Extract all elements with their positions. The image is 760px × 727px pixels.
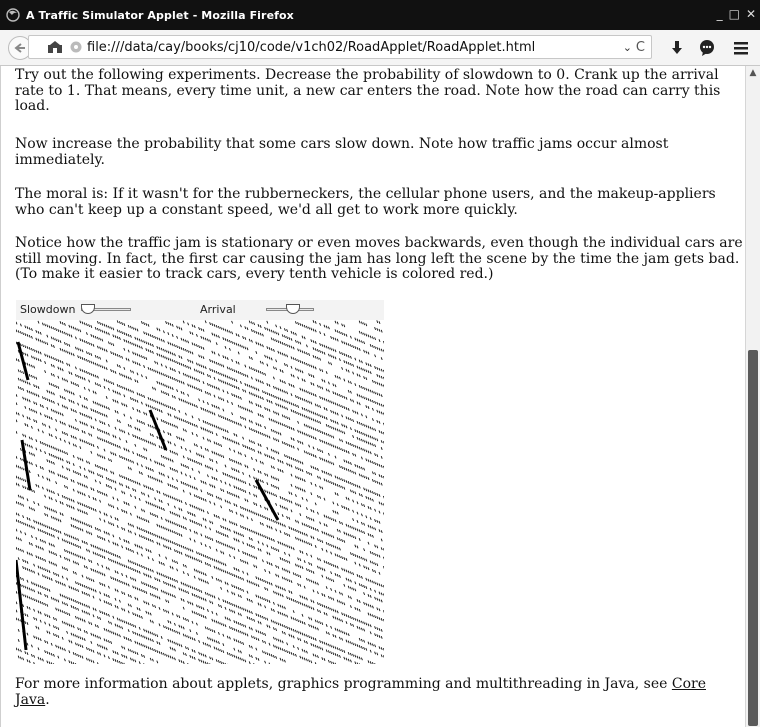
arrival-slider[interactable]	[266, 304, 314, 314]
window-controls: _ □ ✕	[717, 7, 756, 21]
dropdown-icon[interactable]: ⌄	[623, 41, 632, 54]
page-content: Try out the following experiments. Decre…	[0, 66, 745, 727]
slowdown-label: Slowdown	[20, 303, 76, 316]
paragraph-moral: The moral is: If it wasn't for the rubbe…	[15, 186, 716, 218]
traffic-pattern	[16, 320, 384, 664]
traffic-jam-band	[254, 479, 280, 521]
navigation-toolbar: file:///data/cay/books/cj10/code/v1ch02/…	[0, 30, 760, 66]
traffic-applet[interactable]: Slowdown Arrival	[16, 300, 384, 664]
paragraph-experiments: Try out the following experiments. Decre…	[15, 67, 721, 114]
page-icon	[69, 40, 83, 54]
reload-icon[interactable]: C	[636, 40, 645, 55]
footer-paragraph: For more information about applets, grap…	[15, 676, 743, 708]
minimize-icon[interactable]: _	[717, 7, 723, 21]
traffic-car-streaks	[16, 320, 384, 664]
arrival-slider-knob[interactable]	[286, 304, 301, 314]
footer-text: For more information about applets, grap…	[15, 676, 672, 692]
traffic-jam-band	[16, 341, 30, 381]
vertical-scrollbar[interactable]: ▲	[745, 66, 760, 727]
chat-icon[interactable]	[697, 38, 717, 58]
download-icon[interactable]	[667, 38, 687, 58]
traffic-jam-band	[148, 409, 168, 451]
back-arrow-icon	[14, 43, 25, 53]
scrollbar-thumb[interactable]	[748, 350, 758, 726]
maximize-icon[interactable]: □	[729, 7, 740, 21]
applet-controls: Slowdown Arrival	[16, 300, 384, 320]
url-bar[interactable]: file:///data/cay/books/cj10/code/v1ch02/…	[28, 35, 652, 59]
paragraph-traffic-jam: Notice how the traffic jam is stationary…	[15, 235, 743, 282]
arrival-label: Arrival	[200, 303, 236, 316]
traffic-jam-band	[20, 439, 32, 491]
slowdown-slider-knob[interactable]	[81, 304, 95, 314]
traffic-jam-band	[16, 559, 28, 651]
slowdown-slider[interactable]	[81, 304, 131, 314]
footer-end: .	[45, 691, 50, 708]
close-icon[interactable]: ✕	[746, 7, 756, 21]
window-titlebar: A Traffic Simulator Applet - Mozilla Fir…	[0, 0, 760, 30]
firefox-icon	[6, 8, 20, 22]
paragraph-slowdown: Now increase the probability that some c…	[15, 136, 669, 168]
traffic-simulation-canvas	[16, 320, 384, 664]
identity-icon[interactable]	[47, 40, 63, 54]
window-title: A Traffic Simulator Applet - Mozilla Fir…	[26, 8, 294, 22]
scroll-up-icon[interactable]: ▲	[748, 68, 758, 78]
url-text[interactable]: file:///data/cay/books/cj10/code/v1ch02/…	[87, 40, 623, 55]
menu-icon[interactable]	[731, 38, 751, 58]
